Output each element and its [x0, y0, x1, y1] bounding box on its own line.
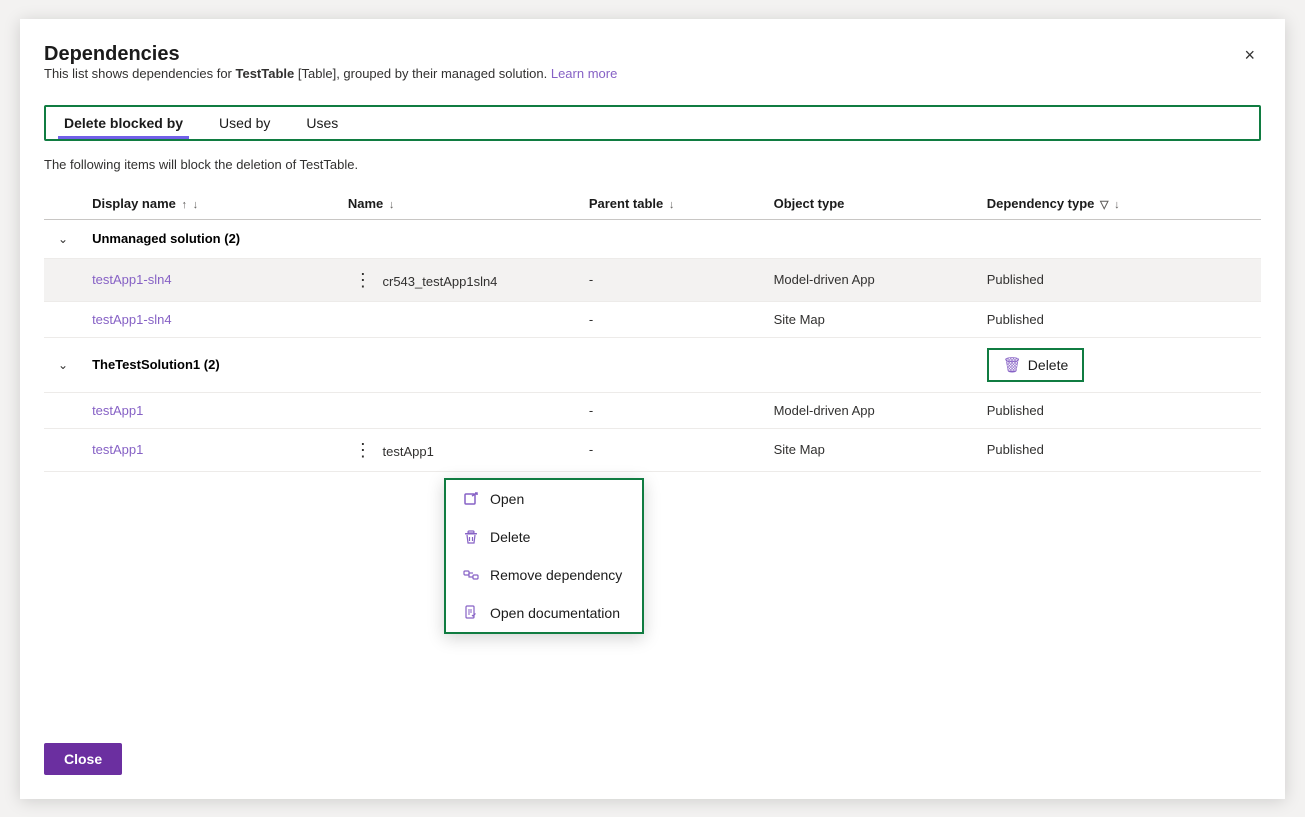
- app-link[interactable]: testApp1-sln4: [92, 272, 172, 287]
- tabs-container: Delete blocked by Used by Uses: [44, 105, 1261, 141]
- close-icon[interactable]: ×: [1238, 43, 1261, 68]
- delete-label: Delete: [1028, 357, 1068, 373]
- row-name: cr543_testApp1sln4: [383, 274, 498, 289]
- row-display-name: testApp1-sln4: [82, 258, 338, 301]
- open-label: Open: [490, 491, 524, 507]
- remove-dep-label: Remove dependency: [490, 567, 622, 583]
- delete-icon: 🗑: [1003, 356, 1022, 374]
- col-name: Name ↓: [338, 188, 579, 220]
- row-parent-table: -: [579, 258, 764, 301]
- table-container: Display name ↑ ↓ Name ↓ Parent table ↓ O…: [44, 188, 1261, 723]
- row-dependency-type-4: Published: [977, 428, 1261, 471]
- row-object-type-4: Site Map: [764, 428, 977, 471]
- row-indent: [44, 301, 82, 337]
- row-parent-table-2: -: [579, 301, 764, 337]
- sort-desc-icon[interactable]: ↓: [193, 199, 199, 211]
- row-indent: [44, 258, 82, 301]
- delete-group-button[interactable]: 🗑 Delete: [987, 348, 1085, 382]
- entity-name: TestTable: [235, 66, 294, 81]
- row-name-4: ⋮ testApp1: [338, 428, 579, 471]
- row-name-3: [338, 392, 579, 428]
- row-indent-4: [44, 428, 82, 471]
- dep-filter-icon[interactable]: ▽: [1100, 199, 1108, 211]
- name-sort-icon[interactable]: ↓: [389, 199, 395, 211]
- subtitle-suffix: , grouped by their managed solution.: [336, 66, 547, 81]
- learn-more-link[interactable]: Learn more: [551, 66, 617, 81]
- row-display-name: testApp1-sln4: [82, 301, 338, 337]
- table-row: testApp1-sln4 ⋮ cr543_testApp1sln4 - Mod…: [44, 258, 1261, 301]
- open-doc-icon: [462, 604, 480, 622]
- context-menu-item-remove-dep[interactable]: Remove dependency: [446, 556, 642, 594]
- tab-delete-blocked-by[interactable]: Delete blocked by: [46, 107, 201, 139]
- group-delete-cell: 🗑 Delete: [977, 337, 1261, 392]
- dependencies-dialog: Dependencies This list shows dependencie…: [20, 19, 1285, 799]
- context-menu: Open Delete: [444, 478, 644, 634]
- parent-sort-icon[interactable]: ↓: [669, 199, 675, 211]
- app-link-2[interactable]: testApp1-sln4: [92, 312, 172, 327]
- col-parent-table: Parent table ↓: [579, 188, 764, 220]
- row-parent-table-4: -: [579, 428, 764, 471]
- row-object-type-3: Model-driven App: [764, 392, 977, 428]
- context-menu-item-open[interactable]: Open: [446, 480, 642, 518]
- group-expand-btn-testsolution[interactable]: ⌄: [54, 356, 72, 374]
- block-description: The following items will block the delet…: [44, 157, 1261, 172]
- open-icon: [462, 490, 480, 508]
- context-menu-item-open-doc[interactable]: Open documentation: [446, 594, 642, 632]
- row-dots-cell: ⋮ cr543_testApp1sln4: [338, 258, 579, 301]
- col-object-type: Object type: [764, 188, 977, 220]
- row-dependency-type: Published: [977, 258, 1261, 301]
- context-menu-trigger[interactable]: ⋮: [348, 269, 379, 291]
- delete-menu-icon: [462, 528, 480, 546]
- context-menu-item-delete[interactable]: Delete: [446, 518, 642, 556]
- row-parent-table-3: -: [579, 392, 764, 428]
- tab-uses[interactable]: Uses: [288, 107, 356, 139]
- row-dependency-type-3: Published: [977, 392, 1261, 428]
- dialog-footer: Close: [44, 723, 1261, 775]
- entity-type: [Table]: [298, 66, 336, 81]
- app-link-3[interactable]: testApp1: [92, 403, 143, 418]
- col-display-name: Display name ↑ ↓: [82, 188, 338, 220]
- row-display-name-3: testApp1: [82, 392, 338, 428]
- table-header-row: Display name ↑ ↓ Name ↓ Parent table ↓ O…: [44, 188, 1261, 220]
- open-doc-label: Open documentation: [490, 605, 620, 621]
- group-label-testsolution: TheTestSolution1 (2): [82, 337, 977, 392]
- close-dialog-button[interactable]: Close: [44, 743, 122, 775]
- app-link-4[interactable]: testApp1: [92, 442, 143, 457]
- dependencies-table: Display name ↑ ↓ Name ↓ Parent table ↓ O…: [44, 188, 1261, 472]
- row-display-name-4: testApp1: [82, 428, 338, 471]
- context-menu-trigger-2[interactable]: ⋮: [348, 439, 379, 461]
- table-row: testApp1 ⋮ testApp1 - Site Map Published: [44, 428, 1261, 471]
- sort-asc-icon[interactable]: ↑: [182, 199, 188, 211]
- group-label-unmanaged: Unmanaged solution (2): [82, 219, 1261, 258]
- row-dependency-type-2: Published: [977, 301, 1261, 337]
- tab-used-by[interactable]: Used by: [201, 107, 288, 139]
- dialog-title: Dependencies: [44, 43, 617, 66]
- remove-dep-icon: [462, 566, 480, 584]
- table-row: testApp1-sln4 - Site Map Published: [44, 301, 1261, 337]
- row-object-type-2: Site Map: [764, 301, 977, 337]
- row-indent-3: [44, 392, 82, 428]
- dep-sort-icon[interactable]: ↓: [1114, 199, 1120, 211]
- subtitle-prefix: This list shows dependencies for: [44, 66, 235, 81]
- dialog-subtitle: This list shows dependencies for TestTab…: [44, 66, 617, 81]
- group-row-unmanaged: ⌄ Unmanaged solution (2): [44, 219, 1261, 258]
- row-object-type: Model-driven App: [764, 258, 977, 301]
- row-name-2: [338, 301, 579, 337]
- table-row: testApp1 - Model-driven App Published: [44, 392, 1261, 428]
- group-row-testsolution: ⌄ TheTestSolution1 (2) 🗑 Delete: [44, 337, 1261, 392]
- col-expand: [44, 188, 82, 220]
- dialog-header: Dependencies This list shows dependencie…: [44, 43, 1261, 97]
- delete-menu-label: Delete: [490, 529, 530, 545]
- group-expand-btn-unmanaged[interactable]: ⌄: [54, 230, 72, 248]
- col-dependency-type: Dependency type ▽ ↓: [977, 188, 1261, 220]
